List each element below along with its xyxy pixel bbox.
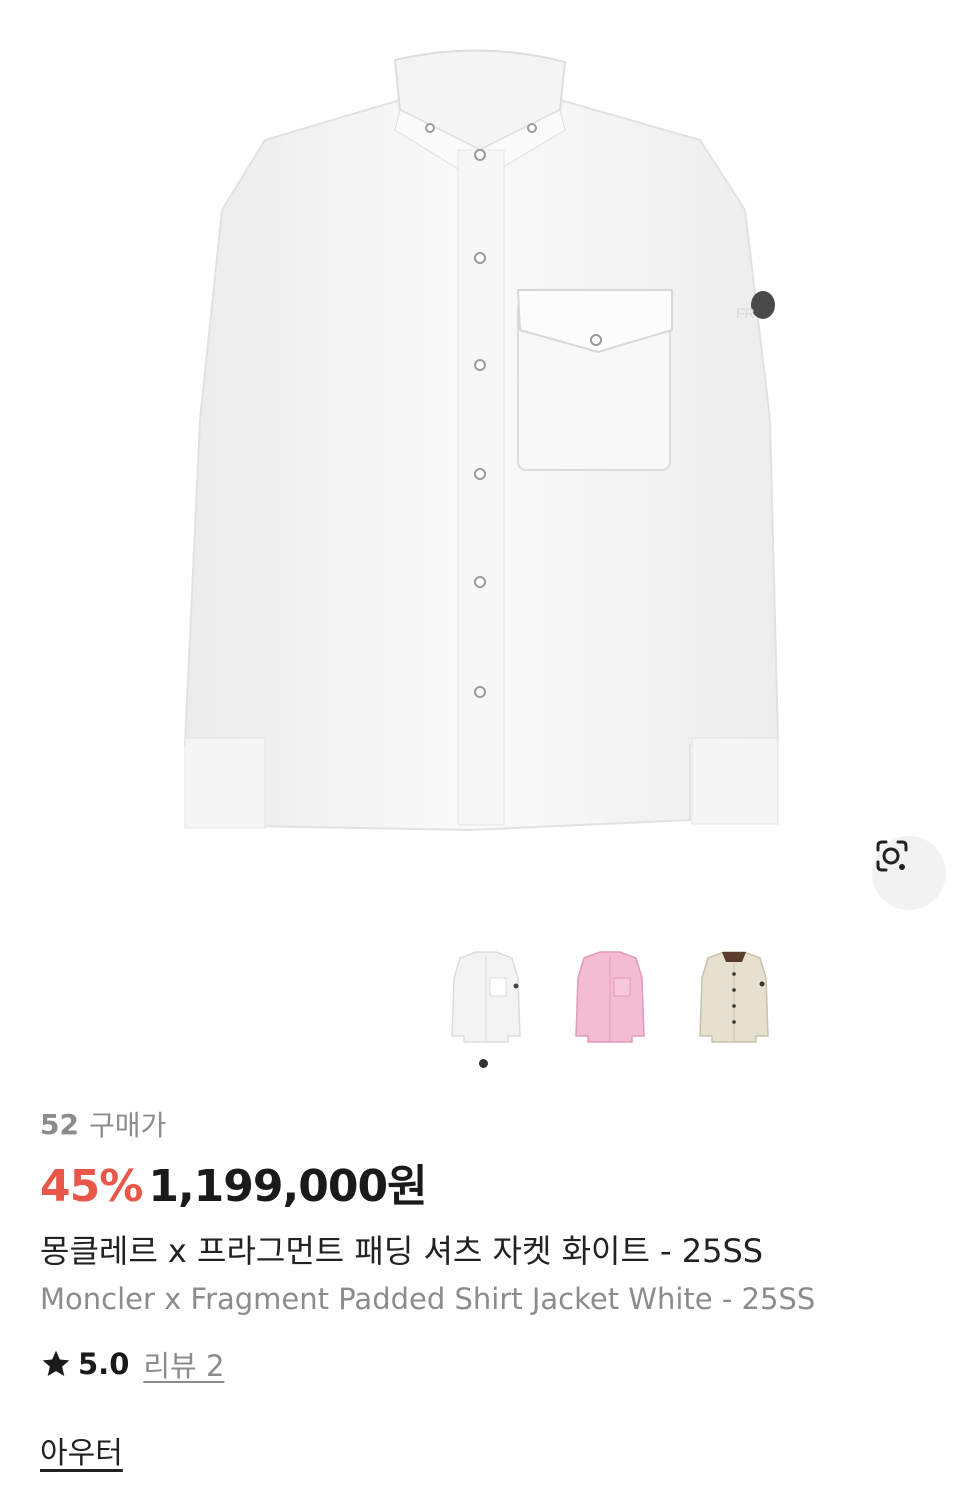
star-icon — [42, 1350, 70, 1376]
rating-row: 5.0 리뷰 2 — [40, 1344, 926, 1384]
price: 1,199,000원 — [148, 1161, 427, 1212]
discount-rate: 45% — [40, 1161, 143, 1212]
carousel-indicator-active — [479, 1059, 488, 1068]
lens-search-button[interactable] — [872, 836, 946, 910]
color-thumbnails — [440, 940, 780, 1048]
product-image[interactable]: FR — [0, 0, 966, 930]
price-row: 45% 1,199,000원 — [40, 1150, 926, 1212]
purchase-count-number: 52 — [40, 1107, 79, 1141]
category-link[interactable]: 아우터 — [40, 1428, 123, 1472]
lens-search-icon — [876, 840, 908, 872]
product-name-en: Moncler x Fragment Padded Shirt Jacket W… — [40, 1282, 816, 1316]
thumbnail-beige[interactable] — [688, 940, 780, 1048]
purchase-count: 52 구매가 — [40, 1100, 926, 1148]
rating-score: 5.0 — [78, 1347, 130, 1381]
jacket-thumbnail-icon — [699, 951, 769, 1043]
thumbnail-white[interactable] — [440, 940, 532, 1048]
product-name-ko: 몽클레르 x 프라그먼트 패딩 셔츠 자켓 화이트 - 25SS — [40, 1232, 764, 1270]
svg-text:FR: FR — [736, 305, 755, 321]
product-info: 52 구매가 45% 1,199,000원 몽클레르 x 프라그먼트 패딩 셔츠… — [40, 1100, 926, 1472]
shirt-illustration: FR — [183, 49, 780, 832]
purchase-count-label: 구매가 — [88, 1109, 167, 1142]
shirt-thumbnail-icon — [575, 951, 645, 1043]
thumbnail-pink[interactable] — [564, 940, 656, 1048]
shirt-thumbnail-icon — [451, 951, 521, 1043]
review-link[interactable]: 리뷰 2 — [143, 1343, 224, 1385]
